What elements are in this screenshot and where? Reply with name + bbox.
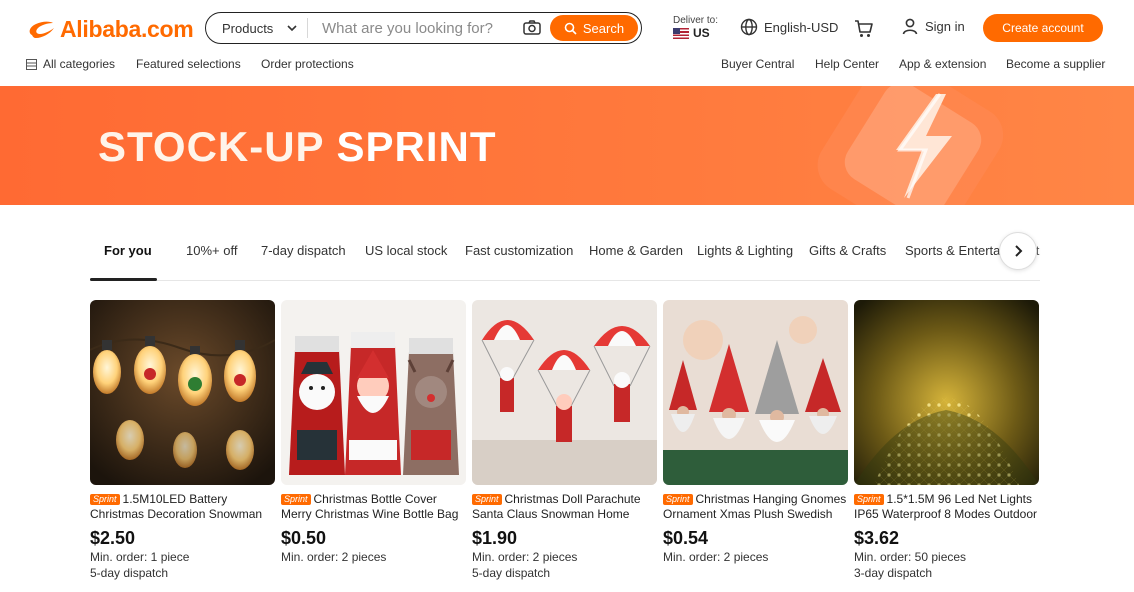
cart-icon[interactable] [853, 17, 875, 39]
sprint-badge: Sprint [90, 494, 120, 505]
product-dispatch: 5-day dispatch [90, 566, 169, 580]
product-image-bottle-covers[interactable] [281, 300, 466, 485]
search-type-label: Products [222, 20, 274, 36]
product-card[interactable]: Sprint Christmas Doll Parachute Santa Cla… [472, 300, 657, 580]
product-image-led-bulb-lights[interactable] [90, 300, 275, 485]
promo-banner[interactable]: STOCK-UP SPRINT [0, 86, 1134, 205]
product-price: $2.50 [90, 528, 136, 548]
sign-in-label: Sign in [925, 18, 965, 34]
product-price: $0.54 [663, 528, 709, 548]
product-card[interactable]: Sprint 1.5M10LED Battery Christmas Decora… [90, 300, 275, 580]
category-tabs: For you 10%+ off 7-day dispatch US local… [90, 233, 1100, 281]
product-image-net-lights[interactable] [854, 300, 1039, 485]
product-dispatch: 3-day dispatch [854, 566, 933, 580]
menu-grid-icon [26, 59, 37, 70]
globe-icon [740, 18, 758, 36]
nav-featured-selections[interactable]: Featured selections [136, 57, 241, 71]
deliver-country: US [693, 26, 710, 40]
camera-search-icon[interactable] [522, 18, 542, 38]
product-title[interactable]: Sprint Christmas Bottle Cover Merry Chris… [281, 492, 466, 522]
logo-text: Alibaba.com [60, 15, 194, 42]
search-icon [564, 22, 577, 35]
product-title[interactable]: Sprint Christmas Doll Parachute Santa Cla… [472, 492, 657, 522]
tab-gifts-crafts[interactable]: Gifts & Crafts [809, 243, 886, 258]
product-card[interactable]: Sprint Christmas Bottle Cover Merry Chris… [281, 300, 466, 564]
product-min-order: Min. order: 1 piece [90, 550, 190, 564]
sprint-badge: Sprint [663, 494, 693, 505]
create-account-button[interactable]: Create account [983, 14, 1103, 42]
product-title[interactable]: Sprint Christmas Hanging Gnomes Ornament … [663, 492, 848, 522]
product-image-gnomes[interactable] [663, 300, 848, 485]
sprint-badge: Sprint [854, 494, 884, 505]
product-min-order: Min. order: 2 pieces [663, 550, 769, 564]
product-price: $1.90 [472, 528, 518, 548]
product-card[interactable]: Sprint 1.5*1.5M 96 Led Net Lights IP65 Wa… [854, 300, 1039, 580]
search-button[interactable]: Search [550, 15, 638, 41]
product-min-order: Min. order: 2 pieces [472, 550, 578, 564]
product-price: $0.50 [281, 528, 327, 548]
tabs-next-button[interactable] [999, 232, 1037, 270]
product-card[interactable]: Sprint Christmas Hanging Gnomes Ornament … [663, 300, 848, 564]
banner-title-part1: STOCK-UP [98, 123, 324, 170]
alibaba-logo-icon [29, 21, 54, 38]
search-button-label: Search [582, 20, 625, 36]
product-price: $3.62 [854, 528, 900, 548]
search-type-dropdown[interactable]: Products [206, 18, 308, 38]
product-min-order: Min. order: 50 pieces [854, 550, 967, 564]
lightning-bolt-icon [817, 86, 1004, 205]
nav-order-protections[interactable]: Order protections [261, 57, 354, 71]
sprint-badge: Sprint [281, 494, 311, 505]
secondary-nav: All categories Featured selections Order… [0, 56, 1134, 74]
tab-7-day-dispatch[interactable]: 7-day dispatch [261, 243, 346, 258]
alibaba-logo[interactable]: Alibaba.com [26, 14, 194, 44]
tab-10-off[interactable]: 10%+ off [186, 243, 237, 258]
tab-lights-lighting[interactable]: Lights & Lighting [697, 243, 793, 258]
language-currency-selector[interactable]: English-USD [740, 18, 838, 36]
chevron-down-icon [287, 25, 297, 32]
product-title[interactable]: Sprint 1.5*1.5M 96 Led Net Lights IP65 Wa… [854, 492, 1039, 522]
active-tab-indicator [90, 278, 157, 281]
top-header: Alibaba.com Products Search Deliver to: … [0, 0, 1134, 86]
banner-title: STOCK-UP SPRINT [98, 123, 497, 171]
search-input[interactable] [308, 13, 522, 43]
tabs-fade-overlay [1030, 233, 1100, 279]
product-min-order: Min. order: 2 pieces [281, 550, 387, 564]
user-icon [902, 18, 918, 35]
product-title[interactable]: Sprint 1.5M10LED Battery Christmas Decora… [90, 492, 275, 522]
deliver-to[interactable]: Deliver to: US [673, 14, 718, 40]
product-dispatch: 5-day dispatch [472, 566, 551, 580]
nav-all-categories[interactable]: All categories [43, 57, 115, 71]
sprint-badge: Sprint [472, 494, 502, 505]
language-currency-label: English-USD [764, 19, 839, 35]
nav-buyer-central[interactable]: Buyer Central [721, 57, 794, 71]
tab-home-garden[interactable]: Home & Garden [589, 243, 683, 258]
search-bar: Products Search [205, 12, 642, 44]
product-image-parachute-dolls[interactable] [472, 300, 657, 485]
us-flag-icon [673, 28, 689, 39]
tab-for-you[interactable]: For you [104, 243, 152, 258]
chevron-right-icon [1015, 245, 1023, 257]
nav-help-center[interactable]: Help Center [815, 57, 879, 71]
nav-app-extension[interactable]: App & extension [899, 57, 986, 71]
banner-title-part2: SPRINT [336, 123, 497, 170]
tab-fast-customization[interactable]: Fast customization [465, 243, 573, 258]
sign-in-link[interactable]: Sign in [901, 17, 965, 35]
tab-us-local-stock[interactable]: US local stock [365, 243, 447, 258]
nav-become-supplier[interactable]: Become a supplier [1006, 57, 1105, 71]
